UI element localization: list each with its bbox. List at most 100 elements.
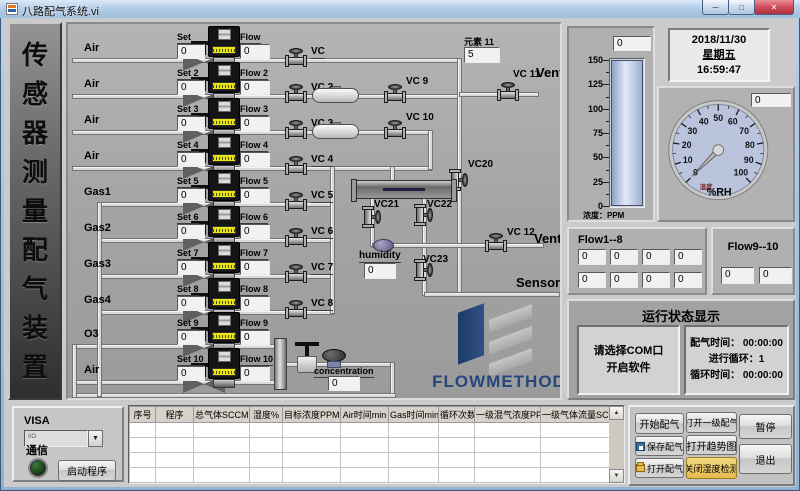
minimize-button[interactable]: ─	[702, 0, 729, 15]
table-cell[interactable]	[389, 423, 439, 438]
pipe	[457, 58, 462, 269]
flow-label: Flow	[240, 32, 261, 44]
table-cell[interactable]	[475, 453, 541, 468]
table-cell[interactable]	[341, 423, 389, 438]
status-message-line2: 开启软件	[579, 360, 678, 377]
table-cell[interactable]	[130, 468, 156, 483]
close-button[interactable]: ✕	[754, 0, 794, 15]
vc-valve[interactable]	[285, 228, 307, 246]
set-label: Set 8	[177, 284, 199, 296]
table-cell[interactable]	[250, 453, 283, 468]
table-row[interactable]	[130, 453, 611, 468]
table-cell[interactable]	[439, 438, 475, 453]
table-cell[interactable]	[389, 453, 439, 468]
table-cell[interactable]	[439, 453, 475, 468]
table-cell[interactable]	[541, 438, 611, 453]
set-input[interactable]: 0	[177, 44, 205, 59]
table-cell[interactable]	[283, 438, 341, 453]
open-mix-button[interactable]: 打开配气	[635, 458, 684, 478]
scroll-down-button[interactable]: ▼	[609, 469, 624, 483]
table-cell[interactable]	[389, 468, 439, 483]
table-cell[interactable]	[156, 453, 194, 468]
table-cell[interactable]	[439, 423, 475, 438]
table-cell[interactable]	[283, 423, 341, 438]
table-cell[interactable]	[283, 468, 341, 483]
table-cell[interactable]	[250, 423, 283, 438]
close-humidity-button[interactable]: 关闭湿度检测	[686, 457, 737, 479]
vc-valve[interactable]	[285, 156, 307, 174]
tank-tick	[606, 72, 609, 73]
set-input[interactable]: 0	[177, 152, 205, 167]
table-cell[interactable]	[194, 468, 250, 483]
set-input[interactable]: 0	[177, 296, 205, 311]
vc-valve[interactable]	[285, 84, 307, 102]
table-cell[interactable]	[541, 453, 611, 468]
vc-valve[interactable]	[285, 48, 307, 66]
table-cell[interactable]	[541, 423, 611, 438]
set-input[interactable]: 0	[177, 330, 205, 345]
start-program-button[interactable]: 启动程序	[58, 460, 116, 481]
element11-input[interactable]: 5	[464, 47, 500, 63]
table-cell[interactable]	[194, 453, 250, 468]
table-cell[interactable]	[250, 468, 283, 483]
table-cell[interactable]	[341, 468, 389, 483]
table-cell[interactable]	[475, 423, 541, 438]
vc-valve[interactable]	[285, 192, 307, 210]
table-cell[interactable]	[130, 438, 156, 453]
maximize-button[interactable]: □	[728, 0, 755, 15]
vc9-valve[interactable]	[384, 84, 406, 102]
flow18-readout: 0	[610, 249, 638, 265]
table-row[interactable]	[130, 438, 611, 453]
titlebar[interactable]: 八路配气系统.vi ─ □ ✕	[0, 0, 800, 18]
vc-valve[interactable]	[285, 120, 307, 138]
comm-label: 通信	[26, 446, 48, 456]
program-table-grid[interactable]: 序号程序总气体SCCM湿度%目标浓度PPMAir时间minGas时间min循环次…	[129, 406, 611, 483]
table-row[interactable]	[130, 468, 611, 483]
table-cell[interactable]	[341, 453, 389, 468]
svg-text:60: 60	[728, 116, 738, 126]
scroll-up-button[interactable]: ▲	[609, 406, 624, 420]
table-cell[interactable]	[130, 453, 156, 468]
save-mix-button[interactable]: 保存配气	[635, 436, 684, 456]
table-cell[interactable]	[156, 468, 194, 483]
open-trend-button[interactable]: 打开趋势图	[686, 435, 737, 455]
visa-dropdown-button[interactable]: ▼	[88, 430, 103, 447]
table-scrollbar[interactable]: ▲ ▼	[609, 406, 624, 483]
set-input[interactable]: 0	[177, 188, 205, 203]
vc-valve-flange	[285, 271, 289, 283]
table-cell[interactable]	[439, 468, 475, 483]
table-cell[interactable]	[156, 438, 194, 453]
vc11-valve[interactable]	[497, 82, 519, 100]
mass-flow-controller	[208, 134, 240, 165]
flow18-readout: 0	[674, 272, 702, 288]
set-input[interactable]: 0	[177, 116, 205, 131]
table-cell[interactable]	[194, 438, 250, 453]
table-cell[interactable]	[541, 468, 611, 483]
table-cell[interactable]	[475, 468, 541, 483]
vc-valve[interactable]	[285, 264, 307, 282]
vc10-valve[interactable]	[384, 120, 406, 138]
table-cell[interactable]	[194, 423, 250, 438]
flow-readout: 0	[240, 260, 270, 275]
vc12-valve[interactable]	[485, 233, 507, 251]
pause-button[interactable]: 暂停	[739, 414, 792, 439]
exit-button[interactable]: 退出	[739, 444, 792, 474]
window-icon	[6, 3, 18, 15]
vc-valve[interactable]	[285, 300, 307, 318]
table-cell[interactable]	[283, 453, 341, 468]
table-row[interactable]	[130, 423, 611, 438]
program-table[interactable]: 序号程序总气体SCCM湿度%目标浓度PPMAir时间minGas时间min循环次…	[128, 405, 625, 484]
table-cell[interactable]	[250, 438, 283, 453]
set-input[interactable]: 0	[177, 224, 205, 239]
table-cell[interactable]	[130, 423, 156, 438]
set-input[interactable]: 0	[177, 80, 205, 95]
table-cell[interactable]	[389, 438, 439, 453]
start-mix-button[interactable]: 开始配气	[635, 413, 684, 434]
table-cell[interactable]	[475, 438, 541, 453]
set-input[interactable]: 0	[177, 366, 205, 381]
table-cell[interactable]	[341, 438, 389, 453]
set-input[interactable]: 0	[177, 260, 205, 275]
mfc-display	[218, 351, 231, 362]
open-primary-mix-button[interactable]: 打开一级配气	[686, 412, 737, 433]
table-cell[interactable]	[156, 423, 194, 438]
